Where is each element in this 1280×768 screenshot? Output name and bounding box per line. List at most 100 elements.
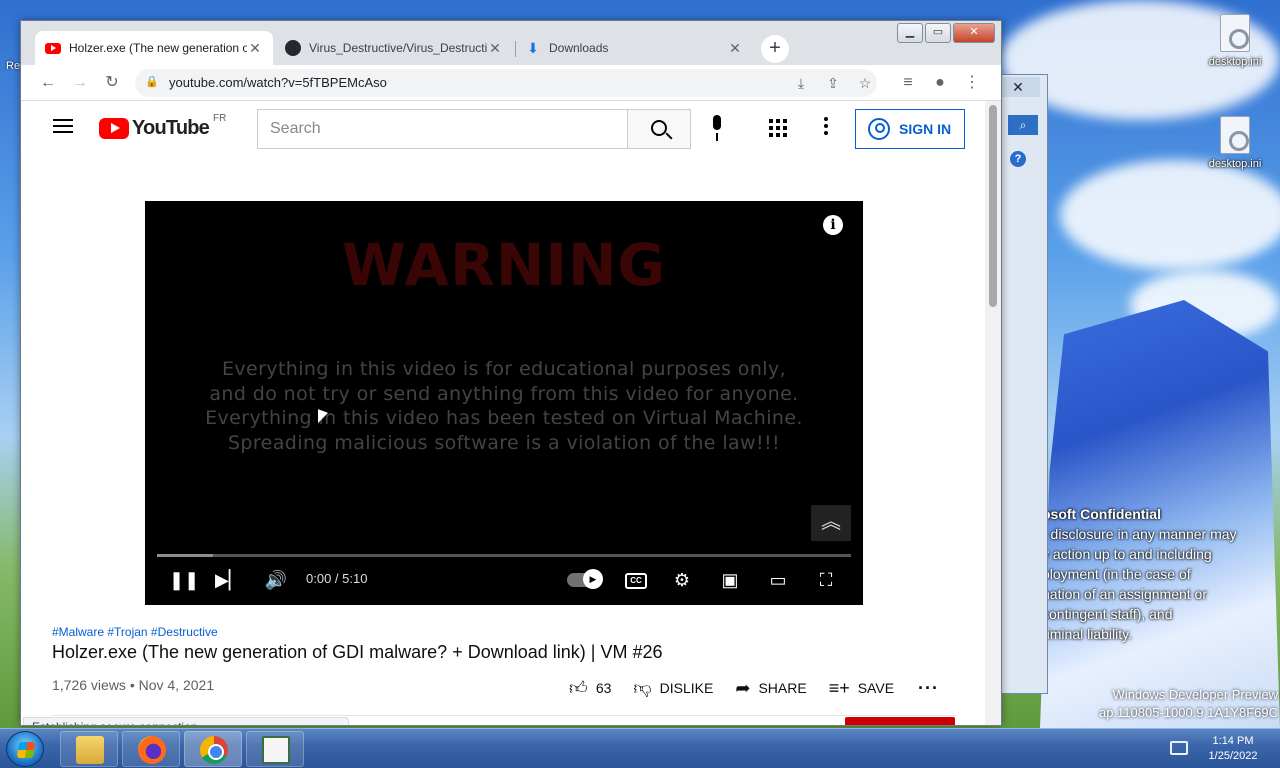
tab-github[interactable]: Virus_Destructive/Virus_Destructive ✕ <box>275 31 513 65</box>
tab-title: Virus_Destructive/Virus_Destructive <box>309 41 487 55</box>
info-icon[interactable]: i <box>823 215 843 235</box>
taskbar-firefox[interactable] <box>122 731 180 767</box>
close-icon[interactable]: ✕ <box>996 77 1040 97</box>
clock-time: 1:14 PM <box>1212 735 1254 747</box>
microphone-icon[interactable] <box>707 115 727 143</box>
video-disclaimer: Everything in this video is for educatio… <box>185 357 823 455</box>
miniplayer-icon[interactable]: ▣ <box>717 567 743 593</box>
lock-icon[interactable]: 🔒 <box>145 75 159 91</box>
theater-mode-icon[interactable]: ▭ <box>765 567 791 593</box>
profile-icon[interactable]: ● <box>927 70 953 96</box>
search-field[interactable] <box>257 109 629 149</box>
fullscreen-icon[interactable]: ⛶ <box>813 567 839 593</box>
youtube-header: YouTube FR SIGN IN <box>21 101 985 157</box>
like-count: 63 <box>595 680 612 696</box>
more-actions-icon[interactable]: ··· <box>918 678 939 699</box>
search-icon <box>651 120 667 136</box>
browser-toolbar: ← → ↻ 🔒 youtube.com/watch?v=5fTBPEMcAso … <box>21 65 1001 101</box>
thumbs-up-icon: 👍︎ <box>569 678 588 698</box>
tab-title: Downloads <box>549 41 609 55</box>
back-arrow-icon[interactable]: ← <box>35 70 61 96</box>
search-input[interactable] <box>258 110 629 148</box>
save-button[interactable]: ≡+ SAVE <box>829 678 894 699</box>
like-button[interactable]: 👍︎ 63 <box>569 677 611 699</box>
sign-in-button[interactable]: SIGN IN <box>855 109 965 149</box>
video-actions: 👍︎ 63 👎︎ DISLIKE ➦ SHARE ≡+ SAVE ··· <box>569 673 961 703</box>
search-icon[interactable]: ⌕ <box>1008 115 1038 135</box>
background-explorer-window[interactable]: ✕ ⌕ ? <box>996 74 1048 694</box>
volume-icon[interactable]: 🔊 <box>263 567 289 593</box>
desktop-icon-label: desktop.ini <box>1208 158 1262 170</box>
desktop-left-label: Re <box>6 60 21 72</box>
share-label: SHARE <box>758 680 807 696</box>
desktop-icon-desktop-ini[interactable]: desktop.ini <box>1200 14 1270 68</box>
url-text[interactable]: youtube.com/watch?v=5fTBPEMcAso <box>169 75 387 90</box>
dislike-button[interactable]: 👎︎ DISLIKE <box>633 677 713 699</box>
reload-icon[interactable]: ↻ <box>99 70 125 96</box>
media-queue-icon[interactable]: ≡ <box>895 70 921 96</box>
disclaimer-line: Spreading malicious software is a violat… <box>227 431 781 454</box>
window-close-button[interactable]: ✕ <box>953 23 995 43</box>
disclaimer-line: Everything in this video is for educatio… <box>221 358 787 380</box>
maximize-button[interactable]: ▭ <box>925 23 951 43</box>
page-scrollbar[interactable] <box>985 101 1001 725</box>
taskbar-task-app[interactable] <box>246 731 304 767</box>
taskbar-explorer[interactable] <box>60 731 118 767</box>
start-button[interactable] <box>6 731 44 767</box>
status-bubble: Establishing secure connection... <box>23 717 349 725</box>
help-icon[interactable]: ? <box>1010 151 1026 167</box>
close-icon[interactable]: ✕ <box>727 40 743 57</box>
clock-date: 1/25/2022 <box>1208 750 1258 762</box>
autoplay-toggle[interactable] <box>567 569 603 589</box>
apps-grid-icon[interactable] <box>769 119 787 137</box>
desktop-icon-desktop-ini-2[interactable]: desktop.ini <box>1200 116 1270 170</box>
download-icon: ⬇ <box>527 40 539 56</box>
confidential-line: y action up to and including <box>1042 546 1212 562</box>
region-code: FR <box>212 113 227 124</box>
settings-file-icon <box>1220 116 1250 154</box>
pause-icon[interactable]: ❚❚ <box>169 567 199 593</box>
bookmark-star-icon[interactable]: ☆ <box>853 71 877 95</box>
logo-text: YouTube <box>132 117 210 139</box>
minimize-button[interactable]: ▁ <box>897 23 923 43</box>
tab-title: Holzer.exe (The new generation of <box>69 41 247 55</box>
share-button[interactable]: ➦ SHARE <box>735 678 806 699</box>
search-button[interactable] <box>627 109 691 149</box>
video-player[interactable]: WARNING Everything in this video is for … <box>145 201 863 605</box>
new-tab-button[interactable]: + <box>761 35 789 63</box>
watermark-line: Windows Developer Preview <box>1112 687 1278 702</box>
chrome-menu-icon[interactable]: ⋮ <box>959 70 985 96</box>
close-icon[interactable]: ✕ <box>487 40 503 57</box>
close-icon[interactable]: ✕ <box>247 40 263 57</box>
address-bar[interactable]: 🔒 youtube.com/watch?v=5fTBPEMcAso ⤓ ⇪ ☆ <box>135 69 877 97</box>
confidential-notice: osoft Confidential r disclosure in any m… <box>1042 504 1277 644</box>
buffered-bar <box>157 554 213 557</box>
tab-youtube[interactable]: Holzer.exe (The new generation of ✕ <box>35 31 273 65</box>
system-clock[interactable]: 1:14 PM 1/25/2022 <box>1196 734 1270 764</box>
taskbar: 1:14 PM 1/25/2022 <box>0 728 1280 768</box>
confidential-line: nation of an assignment or <box>1042 586 1207 602</box>
settings-file-icon <box>1220 14 1250 52</box>
more-options-icon[interactable] <box>823 117 829 139</box>
network-tray-icon[interactable] <box>1170 741 1188 755</box>
sign-in-label: SIGN IN <box>899 121 952 137</box>
chrome-icon <box>200 736 228 764</box>
hamburger-menu-icon[interactable] <box>53 119 73 133</box>
install-icon[interactable]: ⤓ <box>789 71 813 95</box>
video-progress-bar[interactable] <box>157 554 851 557</box>
tab-downloads[interactable]: ⬇ Downloads ✕ <box>515 31 753 65</box>
captions-icon[interactable]: CC <box>625 573 647 589</box>
taskbar-chrome[interactable] <box>184 731 242 767</box>
youtube-page: YouTube FR SIGN IN WARNING Everything in… <box>21 101 1001 725</box>
channel-watermark-icon[interactable]: ︽ <box>811 505 851 541</box>
video-hashtags[interactable]: #Malware #Trojan #Destructive <box>52 625 218 639</box>
thumbs-down-icon: 👎︎ <box>633 678 652 698</box>
scrollbar-thumb[interactable] <box>989 105 997 307</box>
next-icon[interactable]: ▶▏ <box>215 567 243 593</box>
subscribe-button-edge[interactable] <box>845 717 955 725</box>
youtube-logo[interactable]: YouTube FR <box>99 113 226 140</box>
settings-gear-icon[interactable]: ⚙ <box>669 567 695 593</box>
forward-arrow-icon[interactable]: → <box>67 70 93 96</box>
share-icon[interactable]: ⇪ <box>821 71 845 95</box>
save-label: SAVE <box>857 680 895 696</box>
